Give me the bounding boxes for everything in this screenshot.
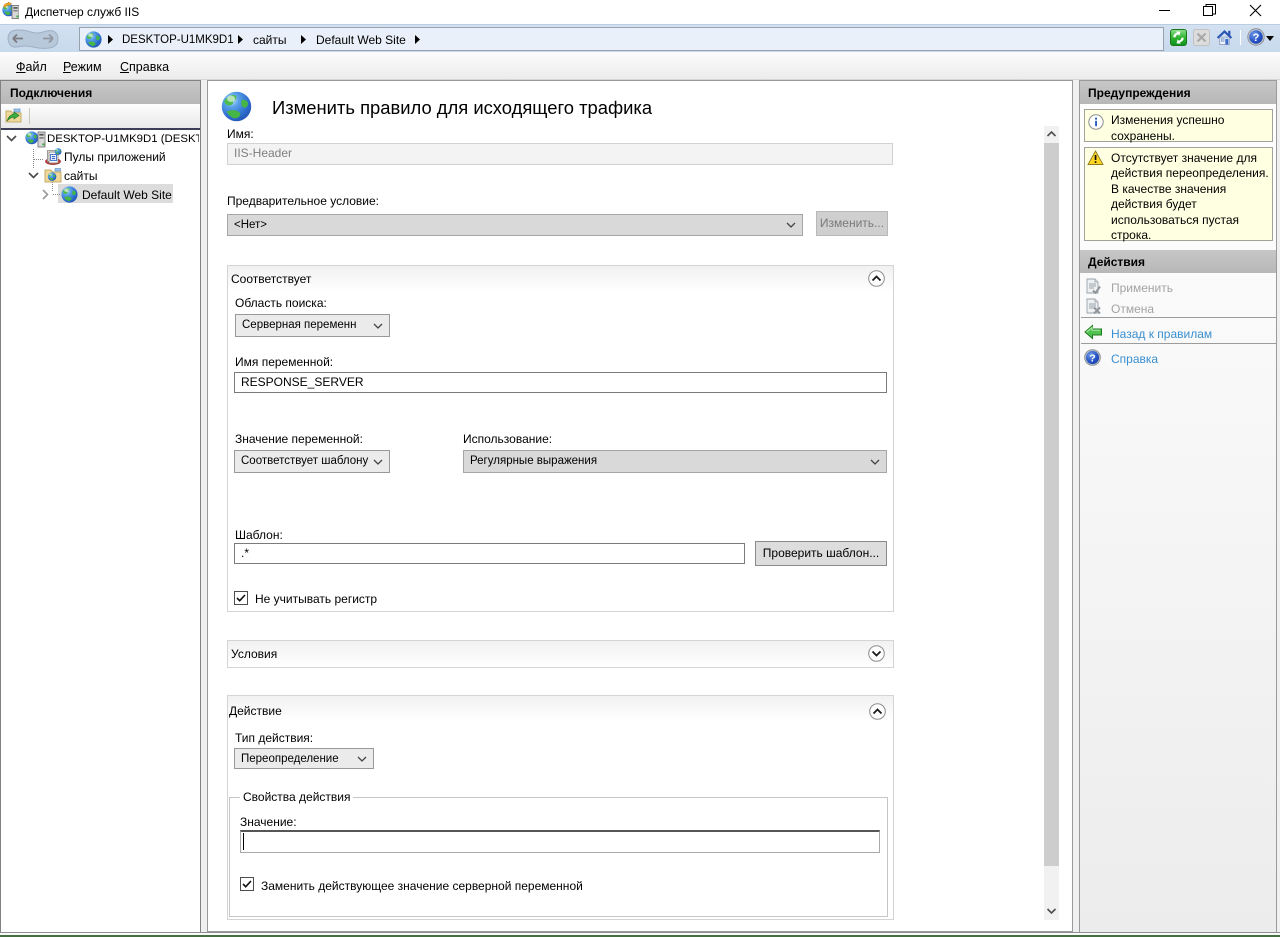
svg-text:?: ? [1253, 32, 1260, 44]
svg-text:?: ? [1089, 353, 1095, 365]
